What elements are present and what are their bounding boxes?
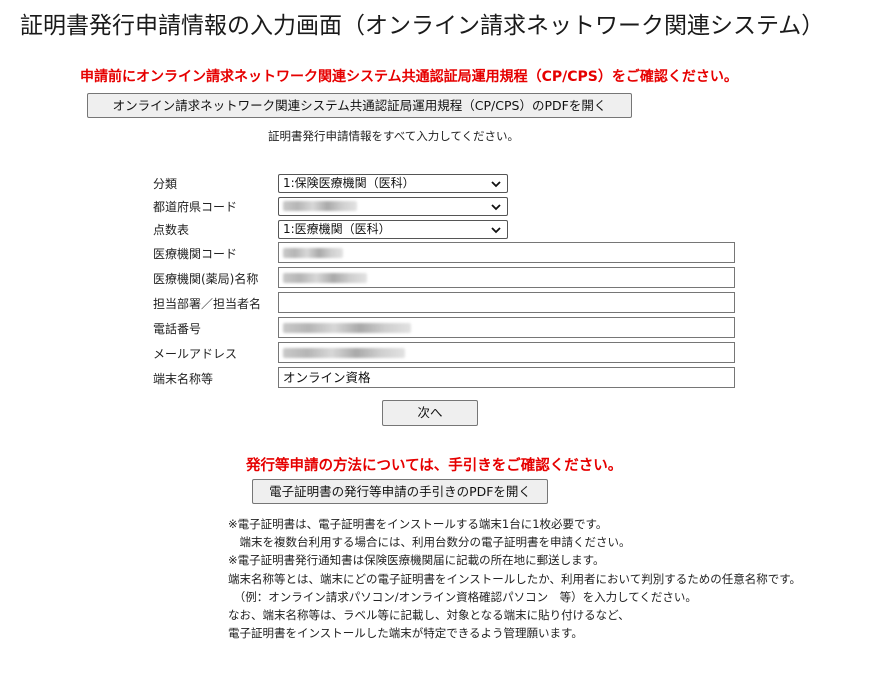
category-select[interactable]: 1:保険医療機関（医科） <box>278 174 508 193</box>
redacted-value <box>283 347 405 358</box>
note-line: ※電子証明書発行通知書は保険医療機関届に記載の所在地に郵送します。 <box>228 553 605 568</box>
prefecture-code-label: 都道府県コード <box>153 200 238 214</box>
terminal-name-label: 端末名称等 <box>153 372 214 386</box>
note-line: なお、端末名称等は、ラベル等に記載し、対象となる端末に貼り付けるなど、 <box>228 608 630 623</box>
chevron-down-icon <box>491 204 501 211</box>
note-line: 端末名称等とは、端末にどの電子証明書をインストールしたか、利用者において判別する… <box>228 571 802 586</box>
institution-code-label: 医療機関コード <box>153 247 238 261</box>
note-line: （例：オンライン請求パソコン/オンライン資格確認パソコン 等）を入力してください… <box>228 589 697 604</box>
redacted-value <box>283 247 343 258</box>
score-table-label: 点数表 <box>153 223 190 237</box>
email-label: メールアドレス <box>153 347 238 361</box>
cp-cps-notice: 申請前にオンライン請求ネットワーク関連システム共通認証局運用規程（CP/CPS）… <box>80 69 738 85</box>
redacted-value <box>283 272 367 283</box>
note-line: 端末を複数台利用する場合には、利用台数分の電子証明書を申請ください。 <box>228 535 631 550</box>
phone-label: 電話番号 <box>153 322 202 336</box>
open-guide-pdf-button[interactable]: 電子証明書の発行等申請の手引きのPDFを開く <box>252 479 548 504</box>
chevron-down-icon <box>491 227 501 234</box>
department-input[interactable] <box>278 292 735 313</box>
open-cp-cps-pdf-button[interactable]: オンライン請求ネットワーク関連システム共通認証局運用規程（CP/CPS）のPDF… <box>87 93 632 118</box>
chevron-down-icon <box>491 181 501 188</box>
prefecture-code-select[interactable] <box>278 197 508 216</box>
notes-section: ※電子証明書は、電子証明書をインストールする端末1台に1枚必要です。 端末を複数… <box>228 515 801 642</box>
phone-input[interactable] <box>278 317 735 338</box>
institution-name-label: 医療機関(薬局)名称 <box>153 272 259 286</box>
category-select-value: 1:保険医療機関（医科） <box>283 176 415 190</box>
redacted-value <box>283 322 411 333</box>
score-table-select-value: 1:医療機関（医科） <box>283 222 391 236</box>
institution-code-input[interactable] <box>278 242 735 263</box>
note-line: 電子証明書をインストールした端末が特定できるよう管理願います。 <box>228 626 583 641</box>
guide-notice: 発行等申請の方法については、手引きをご確認ください。 <box>246 458 623 474</box>
institution-name-input[interactable] <box>278 267 735 288</box>
note-line: ※電子証明書は、電子証明書をインストールする端末1台に1枚必要です。 <box>228 517 608 531</box>
score-table-select[interactable]: 1:医療機関（医科） <box>278 220 508 239</box>
next-button[interactable]: 次へ <box>382 400 478 426</box>
page-title: 証明書発行申請情報の入力画面（オンライン請求ネットワーク関連システム） <box>20 13 825 39</box>
department-label: 担当部署／担当者名 <box>153 297 262 311</box>
terminal-name-value: オンライン資格 <box>283 370 371 385</box>
category-label: 分類 <box>153 177 178 191</box>
email-input[interactable] <box>278 342 735 363</box>
form-instruction: 証明書発行申請情報をすべて入力してください。 <box>268 129 520 143</box>
redacted-value <box>283 200 357 211</box>
terminal-name-input[interactable]: オンライン資格 <box>278 367 735 388</box>
